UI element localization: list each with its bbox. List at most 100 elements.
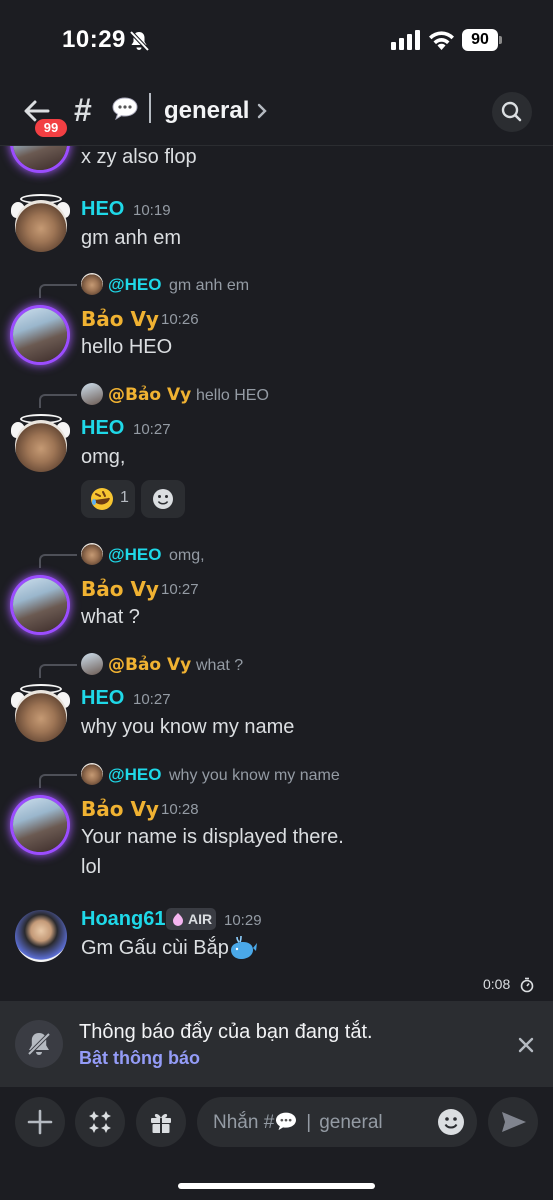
plus-icon: [27, 1109, 53, 1135]
avatar[interactable]: [13, 146, 67, 170]
signal-icon: [391, 30, 420, 50]
message-composer: Nhắn # | general: [0, 1087, 553, 1200]
reply-connector: [39, 774, 77, 788]
message-text: why you know my name: [81, 716, 295, 738]
reply-avatar: [81, 383, 103, 405]
reply-text[interactable]: what ?: [196, 657, 243, 675]
author-name[interactable]: Hoang61: [81, 908, 165, 931]
gift-button[interactable]: [136, 1097, 186, 1147]
send-icon: [502, 1112, 526, 1132]
message-list[interactable]: x zy also flop HEO 10:19 gm anh em @HEO …: [0, 146, 553, 1000]
avatar[interactable]: [13, 798, 67, 852]
reply-connector: [39, 664, 77, 678]
reply-connector: [39, 284, 77, 298]
message-time: 10:29: [224, 912, 262, 929]
channel-name[interactable]: general: [164, 97, 249, 125]
reply-author[interactable]: @HEO: [108, 545, 161, 565]
home-indicator[interactable]: [178, 1183, 375, 1189]
bell-slash-icon: [129, 30, 150, 52]
avatar[interactable]: [15, 690, 67, 742]
reply-text[interactable]: why you know my name: [169, 767, 340, 785]
battery-icon: 90: [462, 29, 502, 51]
smiley-icon: [153, 489, 173, 509]
message-time: 10:27: [133, 421, 171, 438]
author-name[interactable]: HEO: [81, 687, 124, 710]
reply-connector: [39, 554, 77, 568]
tag-icon: [173, 913, 183, 926]
message-text: hello HEO: [81, 336, 173, 358]
avatar[interactable]: [15, 910, 67, 962]
rolling-laughing-emoji-icon: [91, 488, 113, 510]
reply-avatar: [81, 273, 103, 295]
message-text: Your name is displayed there.: [81, 826, 344, 848]
message-text: lol: [81, 856, 102, 878]
reply-avatar: [81, 763, 103, 785]
push-notification-banner: Thông báo đẩy của bạn đang tắt. Bật thôn…: [0, 1001, 553, 1087]
channel-hash-icon: #: [74, 92, 92, 128]
reply-author[interactable]: @Bảo Vy: [108, 655, 191, 675]
reaction-row: 1: [0, 480, 553, 518]
message-text: omg,: [81, 446, 126, 468]
search-button[interactable]: [492, 92, 532, 132]
whale-emoji-icon: [231, 935, 257, 959]
message-time: 10:26: [161, 311, 199, 328]
reaction-chip[interactable]: 1: [81, 480, 135, 518]
notification-title: Thông báo đẩy của bạn đang tắt.: [79, 1021, 373, 1043]
unread-badge: 99: [33, 117, 69, 139]
server-tag[interactable]: AIR: [166, 908, 217, 930]
author-name[interactable]: Bảo Vy: [81, 577, 159, 601]
avatar[interactable]: [13, 308, 67, 362]
add-reaction-button[interactable]: [141, 480, 185, 518]
reply-connector: [39, 394, 77, 408]
channel-header: 99 # general: [0, 80, 553, 146]
author-name[interactable]: Bảo Vy: [81, 307, 159, 331]
reply-text[interactable]: gm anh em: [169, 277, 249, 295]
reply-text[interactable]: omg,: [169, 547, 205, 565]
message-text: x zy also flop: [81, 146, 197, 168]
message-input[interactable]: Nhắn # | general: [197, 1097, 477, 1147]
bell-off-icon: [27, 1032, 51, 1056]
reply-author[interactable]: @HEO: [108, 275, 161, 295]
avatar[interactable]: [13, 578, 67, 632]
send-button[interactable]: [488, 1097, 538, 1147]
speech-bubble-icon: [112, 97, 138, 120]
message-text: Gm Gấu cùi Bắp: [81, 937, 229, 959]
header-divider: [149, 93, 151, 123]
reply-avatar: [81, 653, 103, 675]
gift-icon: [151, 1113, 171, 1133]
emoji-picker-icon[interactable]: [437, 1108, 465, 1136]
message-time: 10:27: [133, 691, 171, 708]
battery-tip: [499, 36, 502, 44]
avatar[interactable]: [15, 200, 67, 252]
message-timer: 0:08: [483, 976, 511, 992]
notification-icon-wrapper: [15, 1020, 63, 1068]
apps-button[interactable]: [75, 1097, 125, 1147]
reply-author[interactable]: @Bảo Vy: [108, 385, 191, 405]
author-name[interactable]: Bảo Vy: [81, 797, 159, 821]
chevron-right-icon[interactable]: [256, 102, 268, 120]
server-tag-label: AIR: [188, 911, 213, 927]
placeholder-channel: general: [319, 1112, 383, 1133]
reply-text[interactable]: hello HEO: [196, 387, 269, 405]
reaction-count: 1: [120, 489, 129, 506]
placeholder-prefix: Nhắn #: [213, 1112, 275, 1133]
message-text: gm anh em: [81, 227, 182, 249]
wifi-icon: [429, 31, 454, 50]
close-icon[interactable]: [515, 1034, 537, 1056]
battery-level: 90: [462, 29, 498, 51]
enable-notifications-link[interactable]: Bật thông báo: [79, 1048, 200, 1069]
author-name[interactable]: HEO: [81, 417, 124, 440]
reply-avatar: [81, 543, 103, 565]
author-name[interactable]: HEO: [81, 198, 124, 221]
message-time: 10:19: [133, 202, 171, 219]
status-bar: 10:29 90: [0, 0, 553, 80]
sparkle-apps-icon: [89, 1111, 111, 1133]
message-input-placeholder: Nhắn # | general: [213, 1111, 383, 1134]
avatar[interactable]: [15, 420, 67, 472]
message-time: 10:27: [161, 581, 199, 598]
status-time: 10:29: [62, 26, 126, 53]
add-attachment-button[interactable]: [15, 1097, 65, 1147]
message-time: 10:28: [161, 801, 199, 818]
reply-author[interactable]: @HEO: [108, 765, 161, 785]
speech-bubble-icon: [276, 1112, 297, 1131]
